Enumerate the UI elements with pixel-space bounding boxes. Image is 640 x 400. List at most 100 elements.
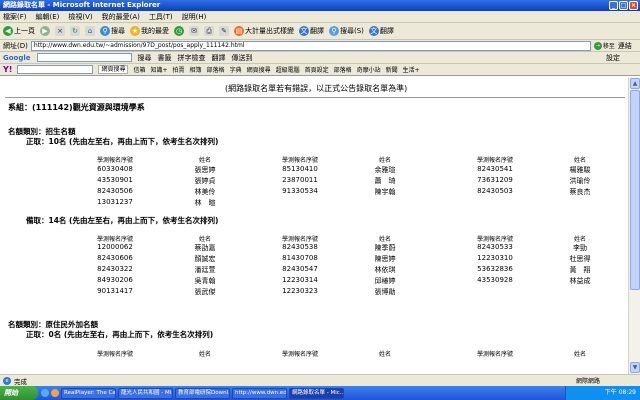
- cell-id: 73631209: [477, 176, 513, 184]
- taskbar-item[interactable]: 龍光人民共和國 - Mi...: [118, 387, 173, 399]
- menu-favorites[interactable]: 我的最愛(A): [102, 12, 140, 22]
- address-bar: 網址(D) http://www.dwn.edu.tw/~admission/9…: [0, 40, 640, 52]
- menu-file[interactable]: 檔案(F): [3, 12, 27, 22]
- google-go[interactable]: 搜尋: [138, 53, 152, 63]
- close-button[interactable]: ×: [629, 1, 638, 10]
- table-row: 12000062 蔡劭嘉 82430538 陳季蔚 82430533 李勁: [0, 243, 628, 254]
- favorites-button[interactable]: ★ 我的最愛: [130, 26, 169, 36]
- yahoo-item[interactable]: 奇摩小站: [357, 65, 381, 74]
- stop-icon[interactable]: ×: [55, 26, 65, 36]
- yahoo-item[interactable]: 首頁設定: [305, 65, 329, 74]
- taskbar-item-active[interactable]: 網路錄取名單 - Mic...: [289, 387, 344, 399]
- col-header-id: 學測報名序號: [96, 351, 133, 358]
- security-zone: 網際網路: [575, 378, 600, 385]
- col-header-id: 學測報名序號: [281, 236, 318, 243]
- links-label[interactable]: 連結: [618, 41, 632, 51]
- yahoo-toolbar: Y! 網頁搜尋 信箱 知識+ 拍賣 相簿 部落格 字典 網頁搜尋 超級電腦 首頁…: [0, 64, 640, 76]
- menu-view[interactable]: 檢視(V): [68, 12, 92, 22]
- cell-id: 53632836: [477, 265, 513, 273]
- google-search-input[interactable]: [36, 53, 132, 62]
- search-label: 搜尋: [111, 27, 125, 35]
- cell-id: 43530928: [477, 276, 513, 284]
- vertical-scrollbar[interactable]: ▲ ▼: [628, 77, 640, 374]
- menu-help[interactable]: 說明(H): [182, 12, 207, 22]
- back-button[interactable]: ◀ 上一頁: [3, 26, 35, 36]
- clock: 下午 08:29: [604, 389, 636, 396]
- refresh-icon[interactable]: ↻: [70, 26, 80, 36]
- cell-name: 林益成: [569, 277, 591, 285]
- menu-edit[interactable]: 編輯(E): [36, 12, 60, 22]
- table-row: 82430506 林美伶 91330534 陳宇翰 82430503 蔡良杰: [0, 187, 628, 198]
- cell-name: 楊雅駿: [569, 166, 591, 174]
- taskbar-item[interactable]: RealPlayer: The Callin...: [61, 387, 116, 399]
- scroll-thumb[interactable]: [630, 90, 640, 290]
- cell-id: 12230310: [477, 254, 513, 262]
- search-button[interactable]: ⚲ 搜尋: [100, 26, 125, 36]
- google-toolbar: Google 搜尋 書籤 拼字檢查 翻譯 傳送到 設定: [0, 52, 640, 64]
- cell-name: 陳宇翰: [374, 188, 396, 196]
- print-ext-button[interactable]: ▤ 大計量出式樣變: [234, 26, 294, 36]
- start-button[interactable]: 開始: [0, 386, 38, 400]
- translate-button[interactable]: 文翻譯: [299, 26, 324, 36]
- search2-button[interactable]: ⚲ 搜尋(S): [329, 26, 364, 36]
- cell-id: 82430322: [97, 265, 133, 273]
- google-translate[interactable]: 翻譯: [212, 53, 226, 63]
- cell-name: 林 暄: [194, 199, 216, 207]
- history-icon[interactable]: ◷: [174, 26, 184, 36]
- cell-name: 張思婷: [194, 166, 216, 174]
- yahoo-search-input[interactable]: [17, 65, 94, 74]
- forward-button[interactable]: ▶: [40, 26, 50, 36]
- translate2-button[interactable]: 文翻譯: [368, 26, 394, 36]
- go-button[interactable]: → 移至: [593, 41, 615, 50]
- yahoo-search-button[interactable]: 網頁搜尋: [98, 65, 129, 74]
- go-arrow-icon: →: [593, 41, 602, 50]
- print-icon[interactable]: ⎙: [204, 26, 214, 36]
- taskbar-item[interactable]: http://www.dwn.edu.t...: [232, 387, 287, 399]
- yahoo-item[interactable]: 超級電腦: [276, 65, 300, 74]
- search2-icon: ⚲: [329, 26, 339, 36]
- minimize-button[interactable]: _: [609, 1, 618, 10]
- mail-icon[interactable]: ✉: [189, 26, 199, 36]
- favorites-label: 我的最愛: [141, 27, 169, 35]
- yahoo-item[interactable]: 部落格: [207, 65, 225, 74]
- col-header-id: 學測報名序號: [96, 157, 133, 164]
- yahoo-item[interactable]: 相簿: [190, 65, 202, 74]
- cell-name: 邱椿婷: [374, 277, 396, 285]
- address-input[interactable]: http://www.dwn.edu.tw/~admission/97D_pos…: [30, 40, 591, 51]
- google-send[interactable]: 傳送到: [232, 53, 253, 63]
- quicklaunch-icon[interactable]: [51, 389, 59, 397]
- google-settings[interactable]: 設定: [606, 53, 640, 63]
- cell-name: 洪瑜伶: [569, 177, 591, 185]
- scroll-down-icon[interactable]: ▼: [630, 362, 640, 373]
- google-bookmarks[interactable]: 書籤: [158, 53, 172, 63]
- menu-tools[interactable]: 工具(T): [149, 12, 173, 22]
- go-label: 移至: [602, 43, 615, 50]
- scroll-up-icon[interactable]: ▲: [630, 78, 640, 89]
- yahoo-item[interactable]: 網頁搜尋: [247, 65, 271, 74]
- cell-name: 陳季蔚: [374, 244, 396, 252]
- yahoo-item[interactable]: 拍賣: [173, 65, 185, 74]
- home-icon[interactable]: ⌂: [85, 26, 95, 36]
- cell-id: 82430506: [97, 187, 133, 195]
- cell-id: 82430541: [477, 165, 513, 173]
- edit-icon[interactable]: ✎: [219, 26, 229, 36]
- cell-id: 12230323: [282, 287, 318, 295]
- col-header-name: 姓名: [378, 351, 391, 358]
- yahoo-item[interactable]: 生活+: [403, 65, 420, 74]
- taskbar-item[interactable]: 教育部電研院Downl...: [175, 387, 230, 399]
- quicklaunch-icon[interactable]: [41, 389, 49, 397]
- cell-name: 余雅瑄: [374, 166, 396, 174]
- col-header-id: 學測報名序號: [281, 157, 318, 164]
- yahoo-item[interactable]: 新聞: [386, 65, 398, 74]
- yahoo-item[interactable]: 部落格: [334, 65, 352, 74]
- yahoo-item[interactable]: 字典: [230, 65, 242, 74]
- yahoo-item[interactable]: 信箱: [133, 65, 145, 74]
- indigenous-table-header: 學測報名序號 姓名 學測報名序號 姓名 學測報名序號 姓名: [0, 349, 628, 360]
- yahoo-item[interactable]: 知識+: [150, 65, 167, 74]
- maximize-button[interactable]: □: [619, 1, 628, 10]
- translate2-icon: 文: [368, 26, 379, 36]
- google-spell[interactable]: 拼字檢查: [178, 53, 206, 63]
- col-header-name: 姓名: [198, 351, 211, 358]
- cell-id: 12000062: [97, 243, 133, 251]
- col-header-id: 學測報名序號: [476, 157, 513, 164]
